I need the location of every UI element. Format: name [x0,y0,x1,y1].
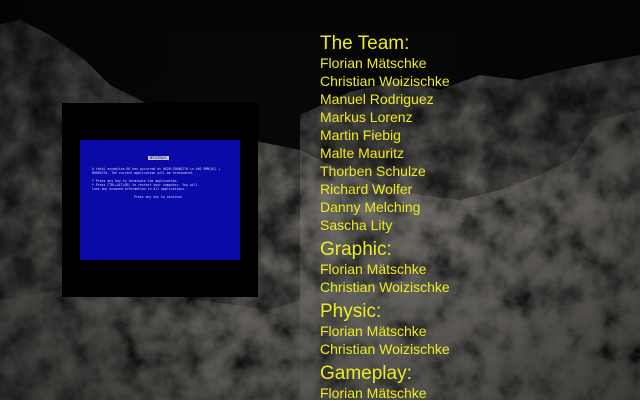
bsod-line: 00005270. The current application will b… [92,171,194,175]
section-heading-gameplay: Gameplay: [320,363,412,384]
section-heading-graphic: Graphic: [320,239,392,260]
credit-name: Florian Mätschke [320,55,427,71]
credit-name: Sascha Lity [320,217,393,233]
credit-name: Florian Mätschke [320,323,427,339]
credit-name: Malte Mauritz [320,145,405,161]
bsod-line: Press any key to continue [134,195,182,199]
credit-name: Christian Woizischke [320,73,450,89]
game-scene: Windows A fatal exception 0E has occurre… [0,0,640,400]
bsod-title: Windows [148,155,169,160]
credits-list: The Team: Florian Mätschke Christian Woi… [320,34,450,400]
credit-name: Thorben Schulze [320,163,426,179]
credit-name: Christian Woizischke [320,341,450,357]
credit-name: Florian Mätschke [320,261,427,277]
section-heading-physic: Physic: [320,301,382,322]
credit-name: Richard Wolfer [320,181,413,197]
credit-name: Christian Woizischke [320,279,450,295]
credit-name: Manuel Rodriguez [320,91,434,107]
blue-screen-of-death: Windows A fatal exception 0E has occurre… [80,140,240,260]
credit-name: Markus Lorenz [320,109,413,125]
credit-name: Florian Mätschke [320,385,427,400]
crt-monitor-screen: Windows A fatal exception 0E has occurre… [62,103,258,297]
credit-name: Danny Melching [320,199,421,215]
section-heading-team: The Team: [320,33,410,54]
bsod-line: lose any unsaved information in all appl… [92,187,187,191]
credit-name: Martin Fiebig [320,127,401,143]
